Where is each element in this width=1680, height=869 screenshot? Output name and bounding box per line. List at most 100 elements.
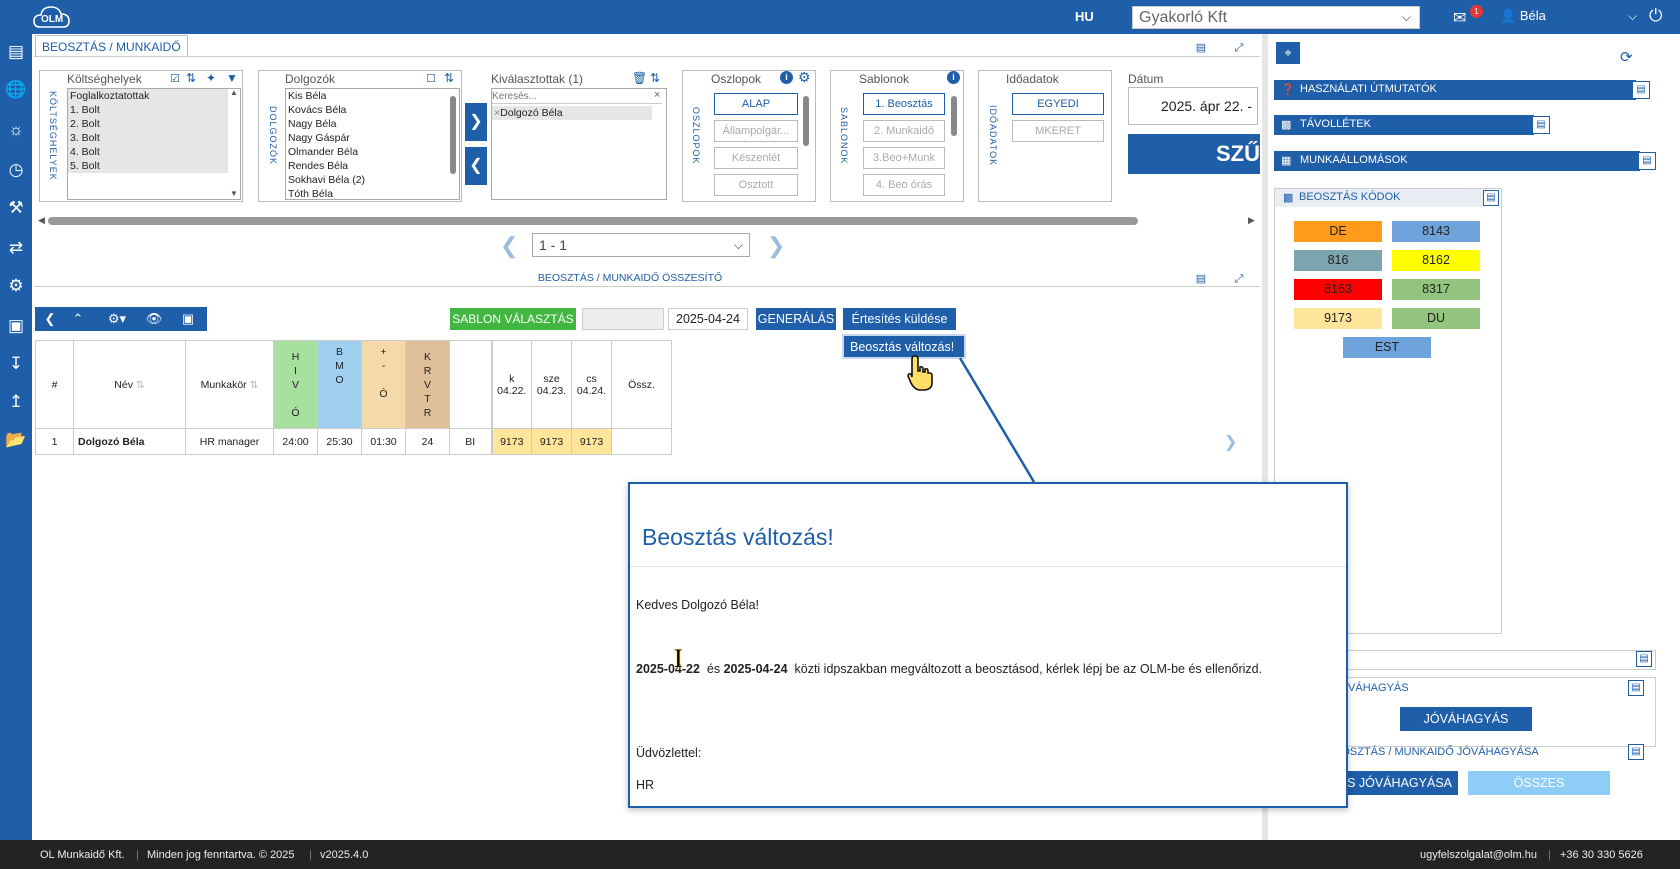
list-item[interactable]: Olmander Béla — [286, 145, 459, 159]
list-item[interactable]: 1. Bolt — [68, 103, 228, 117]
all-approve-button[interactable]: ZES JÓVÁHAGYÁSA — [1330, 771, 1458, 795]
selected-item[interactable]: ×Dolgozó Béla — [492, 106, 652, 120]
table-row[interactable]: 1 Dolgozó Béla HR manager 24:00 25:30 01… — [35, 428, 672, 455]
code-9173[interactable]: 9173 — [1294, 308, 1382, 329]
magic-wand-icon[interactable]: ✦ — [206, 71, 216, 85]
prev-page-icon[interactable]: ❮ — [500, 233, 518, 259]
list-item[interactable]: Nagy Gáspár — [286, 131, 459, 145]
checkbox-checked-icon[interactable]: ☑ — [170, 72, 180, 85]
back-icon[interactable]: ❮ — [35, 307, 65, 331]
list-item[interactable]: Kovács Béla — [286, 103, 459, 117]
tab-beosztas-munkaido[interactable]: BEOSZTÁS / MUNKAIDŐ — [35, 35, 188, 57]
mail-icon[interactable]: ✉ — [1453, 8, 1466, 28]
clear-search-icon[interactable]: × — [654, 89, 660, 101]
code-du[interactable]: DU — [1392, 308, 1480, 329]
codes-header[interactable]: ▩ BEOSZTÁS KÓDOK — [1275, 189, 1483, 207]
scrollbar-thumb[interactable] — [803, 96, 809, 146]
info-icon[interactable]: i — [780, 71, 793, 84]
guides-header[interactable]: ❓ HASZNÁLATI ÚTMUTATÓK — [1274, 80, 1636, 100]
minimize-icon[interactable]: ▤ — [1638, 152, 1656, 170]
kivalasztottak-search-input[interactable] — [492, 89, 662, 104]
filter-icon[interactable]: ▼ — [226, 71, 238, 85]
minimize-icon[interactable]: ▤ — [1632, 81, 1650, 99]
minimize-icon[interactable]: ▤ — [1483, 190, 1499, 206]
list-item[interactable]: Tóth Béla — [286, 187, 459, 199]
cell-day-2[interactable]: 9173 — [531, 428, 572, 455]
expand-icon[interactable]: ⤢ — [1232, 42, 1246, 54]
footer-email[interactable]: ugyfelszolgalat@olm.hu — [1420, 849, 1537, 861]
list-item[interactable]: 2. Bolt — [68, 117, 228, 131]
eye-icon[interactable]: 👁 — [139, 307, 169, 331]
oszlop-osztott-button[interactable]: Osztott — [714, 174, 798, 196]
code-8162[interactable]: 8162 — [1392, 250, 1480, 271]
user-menu[interactable]: 👤 Béla — [1500, 8, 1546, 24]
oszlop-keszenlet-button[interactable]: Készenlét — [714, 147, 798, 169]
generalas-button[interactable]: GENERÁLÁS — [756, 308, 836, 330]
absences-header[interactable]: ▩ TÁVOLLÉTEK — [1274, 115, 1534, 135]
list-item[interactable]: 4. Bolt — [68, 145, 228, 159]
list-item[interactable]: Foglalkoztatottak — [68, 89, 228, 103]
code-816[interactable]: 816 — [1294, 250, 1382, 271]
clock-check-icon[interactable]: ◷ — [4, 158, 28, 182]
cell-day-1[interactable]: 9173 — [491, 428, 532, 455]
code-8163[interactable]: 8163 — [1294, 279, 1382, 300]
inbox-out-icon[interactable]: ↥ — [4, 390, 28, 414]
move-left-button[interactable]: ❮ — [465, 147, 487, 185]
olm-logo[interactable]: OLM — [32, 3, 72, 31]
page-select[interactable]: 1 - 1 ⌵ — [532, 233, 750, 257]
footer-phone[interactable]: +36 30 330 5626 — [1560, 849, 1643, 861]
sablon-valasztas-button[interactable]: SABLON VÁLASZTÁS — [450, 308, 576, 330]
code-8143[interactable]: 8143 — [1392, 221, 1480, 242]
minimize-icon[interactable]: ▤ — [1628, 744, 1644, 760]
sablon-2-button[interactable]: 2. Munkaidő — [863, 120, 945, 142]
minimize-icon[interactable]: ▤ — [1628, 680, 1644, 696]
minimize-icon[interactable]: ▤ — [1636, 651, 1652, 667]
beosztas-valtozas-menu-item[interactable]: Beosztás változás! — [842, 334, 966, 359]
inbox-in-icon[interactable]: ↧ — [4, 352, 28, 376]
folder-icon[interactable]: 📂 — [4, 428, 28, 452]
scroll-down-icon[interactable]: ▼ — [230, 189, 238, 198]
factory-icon[interactable]: ▣ — [4, 314, 28, 338]
oszlop-allampolgar-button[interactable]: Állampolgár... — [714, 120, 798, 142]
sablon-3-button[interactable]: 3.Beo+Munk — [863, 147, 945, 169]
move-right-button[interactable]: ❯ — [465, 103, 487, 141]
list-item[interactable]: Sokhavi Béla (2) — [286, 173, 459, 187]
cell-name[interactable]: Dolgozó Béla — [73, 428, 186, 455]
workstations-header[interactable]: ▦ MUNKAÁLLOMÁSOK — [1274, 151, 1640, 171]
horizontal-scrollbar[interactable] — [48, 217, 1138, 225]
cell-day-3[interactable]: 9173 — [571, 428, 612, 455]
mkeret-button[interactable]: MKERET — [1012, 120, 1104, 142]
code-est[interactable]: EST — [1343, 337, 1431, 358]
col-header-name[interactable]: Név ⇅ — [73, 340, 186, 429]
minimize-icon[interactable]: ▤ — [1194, 42, 1208, 54]
power-icon[interactable]: ⏻ — [1649, 6, 1662, 26]
code-8317[interactable]: 8317 — [1392, 279, 1480, 300]
collapse-up-icon[interactable]: ⌃ — [63, 307, 93, 331]
globe-icon[interactable]: 🌐 — [4, 78, 28, 102]
kivalasztottak-list[interactable]: × Dolgozó Béla — [491, 88, 667, 200]
list-item[interactable]: 5. Bolt — [68, 159, 228, 173]
trash-icon[interactable]: 🗑 — [632, 71, 647, 85]
szur-button[interactable]: SZŰR — [1128, 134, 1260, 174]
all-revoke-button[interactable]: ÖSSZES VISSZAVONÁSA — [1468, 771, 1610, 814]
list-item[interactable]: 3. Bolt — [68, 131, 228, 145]
exchange-icon[interactable]: ⇄ — [4, 236, 28, 260]
chevron-right-icon[interactable]: ❯ — [1224, 432, 1237, 452]
language-selector[interactable]: HU — [1075, 9, 1094, 24]
user-chevron-down-icon[interactable]: ⌵ — [1628, 9, 1637, 24]
scroll-left-icon[interactable]: ◀ — [38, 215, 45, 226]
code-de[interactable]: DE — [1294, 221, 1382, 242]
sort-icon[interactable]: ⇅ — [444, 71, 454, 85]
empty-field[interactable] — [582, 308, 664, 330]
sablon-4-button[interactable]: 4. Beo órás — [863, 174, 945, 196]
tools-icon[interactable]: ⚒ — [4, 196, 28, 220]
company-select[interactable]: Gyakorló Kft ⌵ — [1132, 6, 1420, 29]
next-page-icon[interactable]: ❯ — [767, 233, 785, 259]
checkbox-icon[interactable]: ☐ — [426, 72, 436, 85]
scroll-right-icon[interactable]: ▶ — [1248, 215, 1255, 226]
list-item[interactable]: Nagy Béla — [286, 117, 459, 131]
sun-icon[interactable]: ☼ — [4, 118, 28, 142]
info-icon[interactable]: i — [947, 71, 960, 84]
egyedi-button[interactable]: EGYEDI — [1012, 93, 1104, 115]
list-item[interactable]: Kis Béla — [286, 89, 459, 103]
